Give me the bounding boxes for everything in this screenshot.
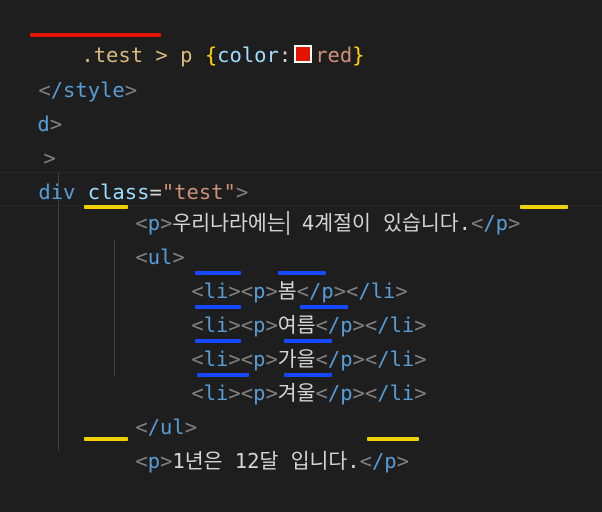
tag-name: /p [371, 449, 397, 473]
tag-bracket: > [160, 449, 173, 473]
tag-name: /p [483, 211, 508, 235]
tag-bracket: > [352, 381, 365, 405]
blue-underline-annotation [195, 305, 241, 309]
code-line-li[interactable]: <li><p>겨울</p></li> [142, 342, 426, 405]
code-line-p-months[interactable]: <p>1년은 12달 입니다.</p> [86, 410, 409, 473]
tag-name: p [253, 381, 266, 405]
text-content: 우리나라에는 [172, 211, 286, 235]
red-underline-annotation [30, 33, 161, 37]
tag-bracket: < [315, 381, 328, 405]
yellow-underline-annotation [367, 437, 419, 441]
yellow-underline-annotation [520, 205, 568, 209]
blue-underline-annotation [195, 339, 241, 343]
code-line-head-close[interactable]: d> [0, 73, 62, 136]
code-line-body-open[interactable]: > [0, 107, 55, 170]
tag-bracket: > [396, 449, 409, 473]
code-line-li[interactable]: <li><p>봄</p></li> [142, 240, 407, 303]
text-content: 1년은 12달 입니다. [172, 449, 360, 473]
code-line-p-seasons[interactable]: <p>우리나라에는 4계절이 있습니다.</p> [86, 172, 520, 235]
tag-bracket: < [359, 449, 372, 473]
code-line-ul-open[interactable]: <ul> [86, 206, 184, 269]
tag-bracket: < [135, 449, 148, 473]
code-line-ul-close[interactable]: </ul> [86, 376, 197, 439]
blue-underline-annotation [300, 305, 348, 309]
code-line-style-close[interactable]: </style> [0, 39, 137, 102]
code-line-li[interactable]: <li><p>여름</p></li> [142, 274, 426, 337]
blue-underline-annotation [278, 271, 326, 275]
tag-bracket: > [124, 78, 138, 102]
indent-guide [58, 172, 59, 451]
css-property: color [217, 43, 279, 67]
blue-underline-annotation [284, 373, 332, 377]
tag-bracket: > [228, 381, 241, 405]
text-cursor [286, 211, 289, 235]
text-content: 겨울 [277, 381, 316, 405]
text-content: 4계절이 있습니다. [289, 211, 471, 235]
code-editor[interactable]: .test > p {color: red} </style> d> > div … [0, 0, 602, 473]
css-value: red [315, 43, 353, 67]
yellow-underline-annotation [84, 437, 128, 441]
brace-close: } [352, 43, 365, 67]
yellow-underline-annotation [84, 205, 128, 209]
colon: : [278, 43, 292, 67]
tag-name: p [147, 449, 161, 473]
tag-bracket: < [364, 381, 378, 405]
tag-name: div [38, 180, 76, 204]
blue-underline-annotation [284, 339, 332, 343]
tag-name: li [203, 381, 229, 405]
blue-underline-annotation [197, 373, 249, 377]
tag-bracket: > [508, 211, 521, 235]
tag-name: /p [327, 381, 353, 405]
code-line-li[interactable]: <li><p>가을</p></li> [142, 308, 426, 371]
tag-name: /li [377, 381, 415, 405]
tag-bracket: > [414, 381, 427, 405]
tag-bracket: < [240, 381, 254, 405]
brace-open: { [204, 43, 218, 67]
code-line-div-open[interactable]: div class="test"> [0, 141, 248, 204]
color-swatch-icon[interactable] [294, 45, 313, 63]
blue-underline-annotation [195, 271, 241, 275]
tag-bracket: < [470, 211, 484, 235]
tag-bracket: > [265, 381, 278, 405]
